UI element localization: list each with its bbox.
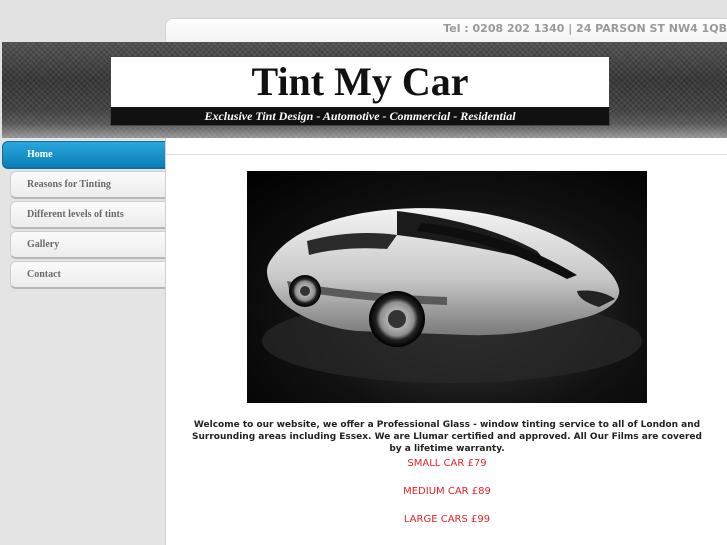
car-photo [247, 171, 647, 403]
nav-item-home[interactable]: Home [2, 141, 165, 169]
site-logo[interactable]: Tint My Car Exclusive Tint Design - Auto… [110, 56, 610, 126]
welcome-text: Welcome to our website, we offer a Profe… [192, 420, 702, 454]
nav-item-gallery[interactable]: Gallery [10, 231, 165, 259]
main-navigation: Home Reasons for Tinting Different level… [2, 141, 165, 291]
nav-item-contact[interactable]: Contact [10, 261, 165, 289]
main-content: Welcome to our website, we offer a Profe… [165, 138, 727, 545]
price-small-car: SMALL CAR £79 [407, 458, 487, 469]
sports-car-illustration [262, 208, 642, 383]
price-medium-car: MEDIUM CAR £89 [403, 486, 491, 497]
logo-title: Tint My Car [251, 59, 469, 104]
nav-item-reasons-for-tinting[interactable]: Reasons for Tinting [10, 171, 165, 199]
contact-details: Tel : 0208 202 1340 | 24 PARSON ST NW4 1… [443, 22, 727, 35]
content-divider [166, 154, 727, 155]
top-info-bar: Tel : 0208 202 1340 | 24 PARSON ST NW4 1… [165, 18, 727, 45]
logo-tagline: Exclusive Tint Design - Automotive - Com… [111, 107, 609, 125]
nav-item-different-levels-of-tints[interactable]: Different levels of tints [10, 201, 165, 229]
price-large-cars: LARGE CARS £99 [403, 514, 491, 525]
